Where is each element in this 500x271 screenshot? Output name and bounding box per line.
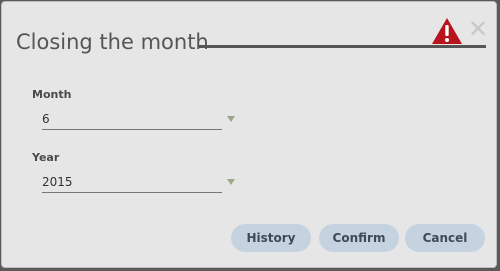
close-icon[interactable]: ✕ [468,17,488,41]
history-button[interactable]: History [231,224,311,252]
cancel-button[interactable]: Cancel [405,224,485,252]
dialog-title: Closing the month [16,30,209,54]
year-label: Year [32,151,60,164]
month-label: Month [32,88,72,101]
chevron-down-icon[interactable] [227,116,235,122]
confirm-button[interactable]: Confirm [319,224,399,252]
month-select[interactable]: 6 [42,111,222,130]
warning-triangle-icon [431,17,463,45]
chevron-down-icon[interactable] [227,179,235,185]
closing-month-dialog: Closing the month ✕ Month 6 Year 2015 Hi… [1,1,497,268]
year-value: 2015 [42,175,73,189]
month-value: 6 [42,112,50,126]
year-select[interactable]: 2015 [42,174,222,193]
title-divider [198,45,486,48]
